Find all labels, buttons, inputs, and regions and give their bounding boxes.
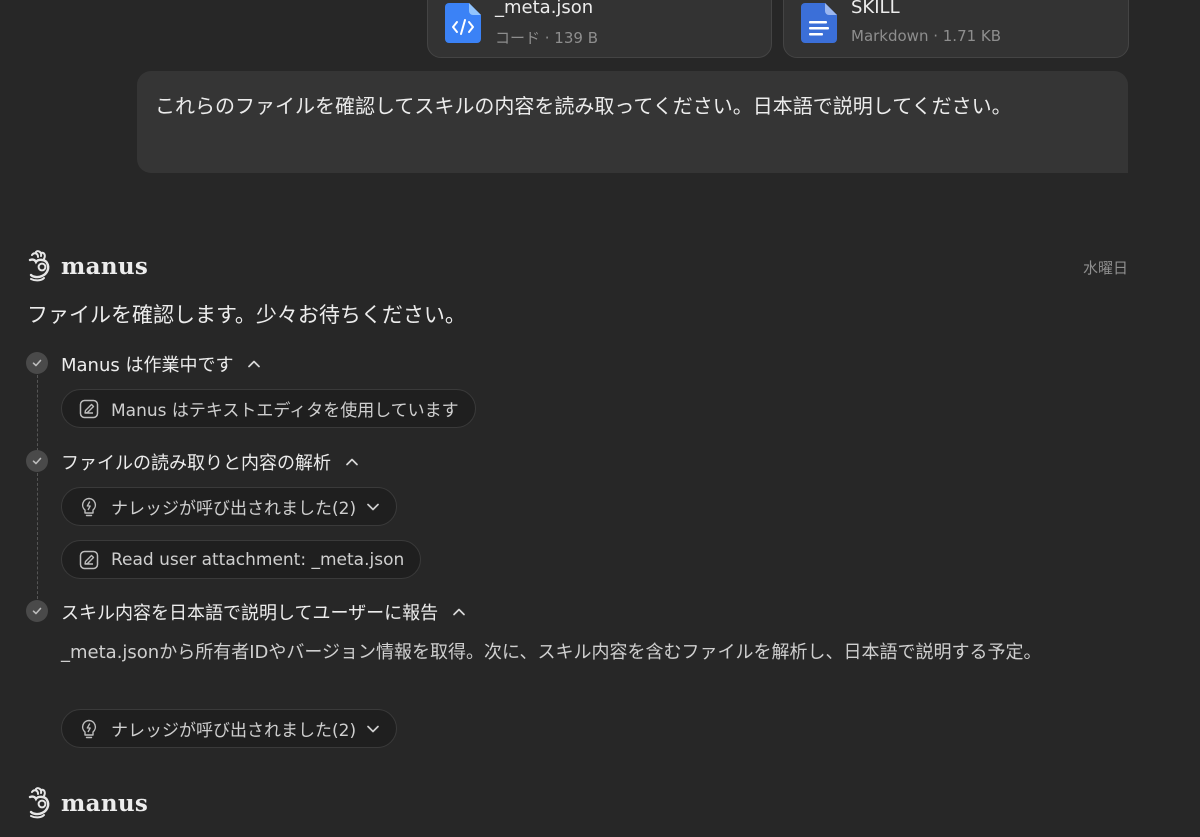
- assistant-header: manus: [25, 787, 148, 819]
- manus-logo-icon: [28, 787, 50, 819]
- step-title-text: スキル内容を日本語で説明してユーザーに報告: [61, 603, 439, 624]
- attachment-card-skill[interactable]: SKILL Markdown · 1.71 KB: [783, 0, 1129, 58]
- lightbulb-icon: [81, 719, 97, 738]
- tool-use-pill-text-editor[interactable]: Manus はテキストエディタを使用しています: [61, 389, 476, 428]
- step-title-text: ファイルの読み取りと内容の解析: [61, 453, 331, 474]
- lightbulb-icon: [81, 497, 97, 516]
- timeline-connector: [37, 375, 38, 451]
- step-title-report[interactable]: スキル内容を日本語で説明してユーザーに報告: [61, 599, 466, 625]
- tool-use-pill-read-attachment[interactable]: Read user attachment: _meta.json: [61, 540, 422, 579]
- chevron-up-icon[interactable]: [247, 359, 261, 369]
- step-check-icon: [26, 600, 48, 622]
- manus-logo-icon: [28, 250, 50, 282]
- chat-page: _meta.json コード · 139 B SKILL Markdown · …: [0, 0, 1200, 837]
- timeline-connector: [37, 473, 38, 599]
- assistant-header: manus: [25, 250, 148, 282]
- attachment-name: SKILL: [851, 0, 900, 18]
- edit-icon: [79, 550, 99, 569]
- chevron-down-icon[interactable]: [366, 502, 380, 512]
- step-check-icon: [26, 352, 48, 374]
- chevron-up-icon[interactable]: [345, 457, 359, 467]
- knowledge-pill[interactable]: ナレッジが呼び出されました(2): [61, 709, 398, 748]
- document-file-icon: [801, 3, 837, 43]
- step-check-icon: [26, 450, 48, 472]
- pill-label: Read user attachment: _meta.json: [111, 549, 405, 570]
- attachment-card-meta-json[interactable]: _meta.json コード · 139 B: [427, 0, 772, 58]
- edit-icon: [79, 399, 99, 418]
- assistant-name: manus: [61, 789, 149, 817]
- code-file-icon: [445, 3, 481, 43]
- message-day: 水曜日: [1082, 259, 1128, 277]
- chevron-down-icon[interactable]: [366, 724, 380, 734]
- knowledge-pill[interactable]: ナレッジが呼び出されました(2): [61, 487, 398, 526]
- step-title-read-files[interactable]: ファイルの読み取りと内容の解析: [61, 449, 359, 475]
- pill-label: ナレッジが呼び出されました(2): [111, 499, 357, 519]
- step-description: _meta.jsonから所有者IDやバージョン情報を取得。次に、スキル内容を含む…: [61, 642, 1042, 663]
- step-title-text: Manus は作業中です: [61, 355, 234, 376]
- user-message-bubble: これらのファイルを確認してスキルの内容を読み取ってください。日本語で説明してくだ…: [137, 71, 1128, 173]
- attachment-meta: コード · 139 B: [495, 29, 598, 47]
- step-title-working[interactable]: Manus は作業中です: [61, 351, 261, 377]
- attachment-name: _meta.json: [495, 0, 594, 18]
- assistant-intro-text: ファイルを確認します。少々お待ちください。: [27, 303, 466, 327]
- chevron-up-icon[interactable]: [452, 607, 466, 617]
- attachment-meta: Markdown · 1.71 KB: [851, 27, 1002, 45]
- assistant-name: manus: [61, 252, 149, 280]
- pill-label: Manus はテキストエディタを使用しています: [111, 401, 459, 421]
- pill-label: ナレッジが呼び出されました(2): [111, 721, 357, 741]
